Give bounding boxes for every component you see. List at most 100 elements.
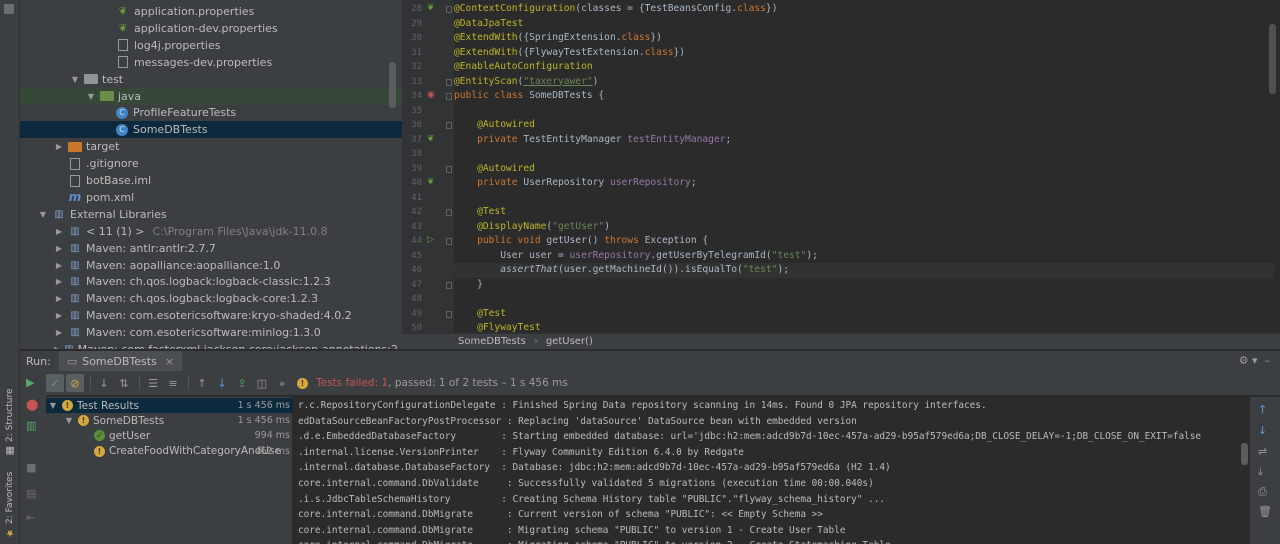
collapsed-arrow-icon[interactable]: ▶ <box>54 244 64 253</box>
tree-item-label: Maven: com.esotericsoftware:kryo-shaded:… <box>86 309 352 323</box>
tree-item[interactable]: ▶ ▥ Maven: antlr:antlr:2.7.7 <box>20 240 402 257</box>
breadcrumb-method[interactable]: getUser() <box>546 336 593 347</box>
test-result-item[interactable]: ! CreateFoodWithCategoryAndUse 462 ms <box>46 444 293 459</box>
print-icon[interactable]: ⎙ <box>1258 485 1267 499</box>
breadcrumb-separator: › <box>533 336 538 347</box>
fold-marker-icon[interactable] <box>446 281 452 289</box>
export-results-icon[interactable]: ⇪ <box>233 374 251 392</box>
tree-item-label: pom.xml <box>86 190 135 204</box>
next-failed-icon[interactable]: ↓ <box>213 374 231 392</box>
fold-marker-icon[interactable] <box>446 6 452 13</box>
tree-item[interactable]: m pom.xml <box>20 189 402 206</box>
expanded-arrow-icon[interactable]: ▼ <box>48 401 58 410</box>
fold-marker-icon[interactable] <box>446 310 452 318</box>
toggle-auto-test-icon[interactable]: ▥ <box>26 419 36 432</box>
tree-item[interactable]: ▶ ▥ Maven: ch.qos.logback:logback-core:1.2… <box>20 290 402 307</box>
tree-item[interactable]: ▶ ▥ Maven: ch.qos.logback:logback-classic:… <box>20 273 402 290</box>
test-result-item[interactable]: ✓ getUser 994 ms <box>46 428 293 443</box>
tree-item[interactable]: ❦ application.properties <box>20 3 402 20</box>
scroll-up-icon[interactable]: ↑ <box>1258 403 1267 416</box>
code-token: @FlywayTest <box>477 322 541 333</box>
tree-item[interactable]: botBase.iml <box>20 172 402 189</box>
tree-item[interactable]: ▶ ▥ < 11 (1) > C:\Program Files\Java\jdk-11… <box>20 223 402 240</box>
expanded-arrow-icon[interactable]: ▼ <box>64 416 74 425</box>
tree-item[interactable]: ▶ ▥ Maven: com.fasterxml.jackson.core:jack… <box>20 341 402 349</box>
fold-marker-icon[interactable] <box>446 122 452 129</box>
run-test-gutter-icon[interactable]: ▷ <box>427 235 434 245</box>
tree-item[interactable]: ▼ test <box>20 71 402 88</box>
tree-item[interactable]: C ProfileFeatureTests <box>20 104 402 121</box>
fold-marker-icon[interactable] <box>446 238 452 245</box>
stop-icon[interactable]: ■ <box>26 461 36 474</box>
fold-marker-icon[interactable] <box>446 93 452 100</box>
breadcrumb-class[interactable]: SomeDBTests <box>458 336 526 347</box>
tree-item[interactable]: ▶ ▥ Maven: aopalliance:aopalliance:1.0 <box>20 257 402 274</box>
more-options-icon[interactable]: » <box>273 374 291 392</box>
console-output[interactable]: r.c.RepositoryConfigurationDelegate : Fi… <box>294 397 1249 544</box>
tree-item[interactable]: ▶ ▥ Maven: com.esotericsoftware:kryo-shade… <box>20 307 402 324</box>
spring-bean-gutter-icon[interactable]: ❦ <box>427 177 435 187</box>
spring-bean-gutter-icon[interactable]: ❦ <box>427 3 435 13</box>
collapse-all-icon[interactable]: ≡ <box>164 374 182 392</box>
import-results-icon[interactable]: ◫ <box>253 374 271 392</box>
collapsed-arrow-icon[interactable]: ▶ <box>54 227 64 236</box>
collapsed-arrow-icon[interactable]: ▶ <box>54 328 64 337</box>
code-token: (classes = {TestBeansConfig. <box>575 3 738 14</box>
collapsed-arrow-icon[interactable]: ▶ <box>54 345 60 349</box>
fold-marker-icon[interactable] <box>446 78 452 86</box>
soft-wrap-icon[interactable]: ⇌ <box>1258 445 1267 458</box>
show-passed-icon[interactable]: ✓ <box>46 374 64 392</box>
collapsed-arrow-icon[interactable]: ▶ <box>54 142 64 151</box>
fold-marker-icon[interactable] <box>446 209 452 216</box>
tree-item[interactable]: messages-dev.properties <box>20 54 402 71</box>
tree-item[interactable]: .gitignore <box>20 155 402 172</box>
trash-icon[interactable]: 🗑 <box>1258 505 1272 518</box>
show-ignored-icon[interactable]: ⊘ <box>66 374 84 392</box>
test-duration: 1 s 456 ms <box>237 415 290 427</box>
collapsed-arrow-icon[interactable]: ▶ <box>54 294 64 303</box>
test-result-item[interactable]: ▼! Test Results 1 s 456 ms <box>46 398 293 413</box>
scroll-down-icon[interactable]: ↓ <box>1258 424 1267 437</box>
code-token: class <box>737 3 766 14</box>
console-scrollbar[interactable] <box>1241 443 1248 465</box>
tree-item[interactable]: ▶ ▥ Maven: com.esotericsoftware:minlog:1.3… <box>20 324 402 341</box>
previous-failed-icon[interactable]: ↑ <box>193 374 211 392</box>
collapsed-arrow-icon[interactable]: ▶ <box>54 311 64 320</box>
favorites-tool-tab[interactable]: ★ 2: Favorites <box>1 472 19 538</box>
collapsed-arrow-icon[interactable]: ▶ <box>54 261 64 270</box>
structure-tool-tab[interactable]: ▦ 2: Structure <box>1 389 19 457</box>
exit-icon[interactable]: ⇤ <box>26 511 35 524</box>
code-line: @EnableAutoConfiguration <box>454 60 1274 75</box>
settings-gear-icon[interactable]: ⚙ ▾ – <box>1239 354 1270 367</box>
expanded-arrow-icon[interactable]: ▼ <box>38 210 48 219</box>
tree-item[interactable]: ▼ ▥ External Libraries <box>20 206 402 223</box>
run-tab-somedbtests[interactable]: ▭ SomeDBTests × <box>58 350 183 372</box>
tree-item[interactable]: ▶ target <box>20 138 402 155</box>
expanded-arrow-icon[interactable]: ▼ <box>70 75 80 84</box>
sort-alpha-icon[interactable]: ↓ <box>95 374 113 392</box>
rerun-failed-icon[interactable]: ⬤ <box>26 398 38 411</box>
tree-item[interactable]: log4j.properties <box>20 37 402 54</box>
rerun-icon[interactable]: ▶ <box>26 376 34 389</box>
scroll-to-end-icon[interactable]: ⤓ <box>1258 465 1263 479</box>
failed-test-gutter-icon[interactable]: ◉ <box>427 90 435 100</box>
tree-item[interactable]: ❦ application-dev.properties <box>20 20 402 37</box>
test-result-item[interactable]: ▼! SomeDBTests 1 s 456 ms <box>46 413 293 428</box>
expanded-arrow-icon[interactable]: ▼ <box>86 92 96 101</box>
tree-item[interactable]: C SomeDBTests <box>20 121 402 139</box>
code-editor[interactable]: @ContextConfiguration(classes = {TestBea… <box>454 0 1280 333</box>
collapsed-arrow-icon[interactable]: ▶ <box>54 277 64 286</box>
sort-duration-icon[interactable]: ⇅ <box>115 374 133 392</box>
tree-scrollbar[interactable] <box>389 62 396 108</box>
expand-all-icon[interactable]: ☰ <box>144 374 162 392</box>
restore-layout-icon[interactable]: ▤ <box>26 487 36 500</box>
close-icon[interactable]: × <box>165 355 174 368</box>
project-tool-icon[interactable] <box>4 4 14 14</box>
tree-item[interactable]: ▼ java <box>20 87 402 105</box>
spring-bean-gutter-icon[interactable]: ❦ <box>427 134 435 144</box>
fold-marker-icon[interactable] <box>446 165 452 173</box>
